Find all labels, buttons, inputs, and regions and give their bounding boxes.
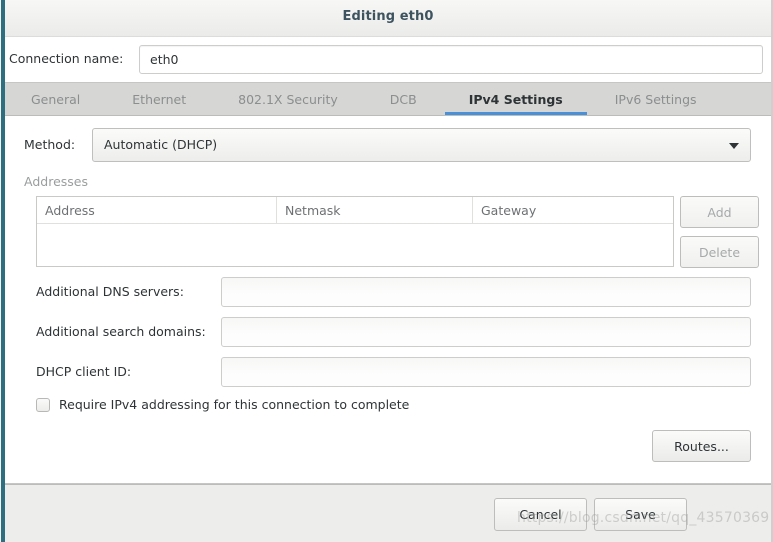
tab-ipv6-settings-label: IPv6 Settings bbox=[614, 91, 697, 107]
connection-name-input[interactable]: eth0 bbox=[139, 45, 763, 74]
dialog-action-bar: Cancel Save bbox=[5, 484, 771, 542]
dns-servers-label: Additional DNS servers: bbox=[36, 284, 184, 299]
search-domains-label: Additional search domains: bbox=[36, 324, 206, 339]
connection-name-label: Connection name: bbox=[9, 51, 124, 66]
delete-address-button[interactable]: Delete bbox=[680, 236, 759, 268]
save-button[interactable]: Save bbox=[594, 498, 687, 531]
tab-ipv4-settings[interactable]: IPv4 Settings bbox=[442, 83, 589, 115]
tab-general-label: General bbox=[31, 91, 81, 107]
search-domains-input[interactable] bbox=[221, 317, 751, 347]
require-ipv4-checkbox[interactable] bbox=[36, 397, 50, 412]
tab-ethernet-label: Ethernet bbox=[132, 91, 187, 107]
column-header-address[interactable]: Address bbox=[37, 197, 277, 223]
ipv4-settings-page: Method: Automatic (DHCP) Addresses Addre… bbox=[5, 116, 771, 483]
tab-ipv6-settings[interactable]: IPv6 Settings bbox=[589, 83, 723, 115]
tab-ipv4-settings-label: IPv4 Settings bbox=[468, 91, 563, 107]
chevron-down-icon bbox=[729, 143, 739, 149]
method-selected-value: Automatic (DHCP) bbox=[104, 137, 218, 152]
require-ipv4-label: Require IPv4 addressing for this connect… bbox=[59, 397, 410, 412]
dns-servers-input[interactable] bbox=[221, 277, 751, 307]
cancel-button[interactable]: Cancel bbox=[494, 498, 587, 531]
dns-servers-row: Additional DNS servers: bbox=[5, 277, 771, 307]
title-bar: Editing eth0 bbox=[5, 0, 771, 37]
settings-notebook: General Ethernet 802.1X Security DCB IPv… bbox=[5, 82, 771, 484]
addresses-table-header: Address Netmask Gateway bbox=[37, 197, 673, 224]
method-row: Method: Automatic (DHCP) bbox=[5, 128, 771, 162]
tab-dcb[interactable]: DCB bbox=[364, 83, 443, 115]
addresses-table[interactable]: Address Netmask Gateway bbox=[36, 196, 674, 267]
method-label: Method: bbox=[24, 137, 76, 152]
tab-8021x-security[interactable]: 802.1X Security bbox=[212, 83, 364, 115]
dhcp-client-id-row: DHCP client ID: bbox=[5, 357, 771, 387]
connection-name-row: Connection name: eth0 bbox=[5, 37, 771, 82]
column-header-netmask[interactable]: Netmask bbox=[277, 197, 473, 223]
tab-8021x-security-label: 802.1X Security bbox=[238, 91, 338, 107]
tab-dcb-label: DCB bbox=[389, 91, 417, 107]
method-combobox[interactable]: Automatic (DHCP) bbox=[92, 128, 751, 162]
dhcp-client-id-input[interactable] bbox=[221, 357, 751, 387]
addresses-label: Addresses bbox=[24, 174, 88, 189]
add-address-button[interactable]: Add bbox=[680, 196, 759, 228]
dhcp-client-id-label: DHCP client ID: bbox=[36, 364, 132, 379]
search-domains-row: Additional search domains: bbox=[5, 317, 771, 347]
tab-general[interactable]: General bbox=[5, 83, 106, 115]
addresses-table-body[interactable] bbox=[37, 224, 673, 266]
require-ipv4-checkbox-row[interactable]: Require IPv4 addressing for this connect… bbox=[36, 397, 409, 412]
tab-bar: General Ethernet 802.1X Security DCB IPv… bbox=[5, 83, 771, 116]
tab-ethernet[interactable]: Ethernet bbox=[106, 83, 212, 115]
editing-connection-dialog: Editing eth0 Connection name: eth0 Gener… bbox=[0, 0, 773, 542]
column-header-gateway[interactable]: Gateway bbox=[473, 197, 673, 223]
window-title: Editing eth0 bbox=[342, 9, 434, 24]
routes-button[interactable]: Routes... bbox=[652, 430, 751, 462]
